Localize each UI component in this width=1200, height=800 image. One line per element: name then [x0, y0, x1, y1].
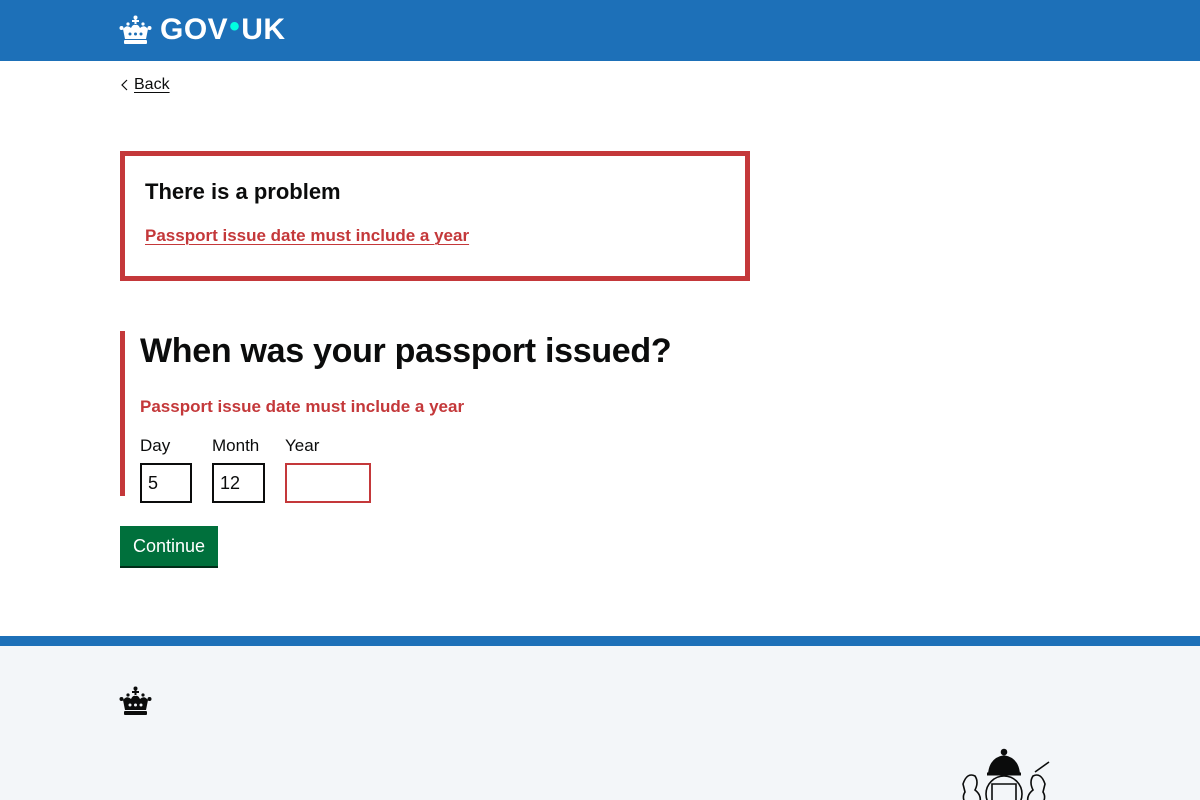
crown-icon — [119, 15, 152, 44]
crown-icon — [119, 686, 152, 715]
day-input[interactable] — [140, 463, 192, 503]
back-link[interactable]: Back — [120, 76, 170, 94]
date-item-month: Month — [212, 435, 265, 503]
month-input[interactable] — [212, 463, 265, 503]
error-summary-link[interactable]: Passport issue date must include a year — [145, 226, 469, 245]
page-title: When was your passport issued? — [140, 332, 672, 370]
back-link-label: Back — [134, 76, 170, 93]
royal-coat-of-arms-icon — [962, 748, 1050, 800]
month-label: Month — [212, 436, 260, 455]
year-input[interactable] — [285, 463, 371, 503]
day-label: Day — [140, 436, 171, 455]
logotype-gov: GOV — [160, 13, 229, 46]
field-error-message: Passport issue date must include a year — [140, 397, 465, 416]
error-summary-title: There is a problem — [145, 179, 341, 204]
date-item-day: Day — [140, 435, 192, 503]
chevron-left-icon — [121, 79, 128, 91]
logotype-dot: • — [229, 10, 241, 43]
date-form-group: When was your passport issued? Passport … — [120, 331, 760, 503]
site-footer — [0, 636, 1200, 800]
site-header: GOV•UK — [0, 0, 1200, 61]
govuk-logotype: GOV•UK — [160, 10, 286, 47]
date-input-group: Day Month Year — [140, 435, 760, 503]
logotype-uk: UK — [241, 13, 286, 46]
error-summary: There is a problem Passport issue date m… — [120, 151, 750, 281]
date-item-year: Year — [285, 435, 371, 503]
govuk-home-link[interactable]: GOV•UK — [119, 10, 286, 47]
year-label: Year — [285, 436, 320, 455]
continue-button[interactable]: Continue — [120, 526, 218, 566]
